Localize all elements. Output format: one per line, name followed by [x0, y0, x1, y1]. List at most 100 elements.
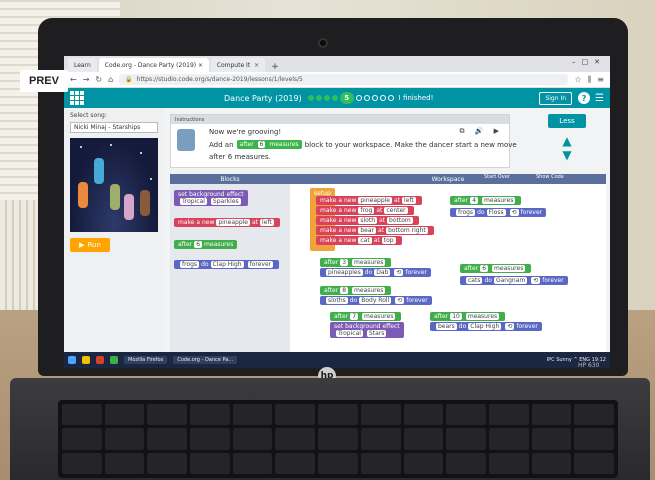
app-icon[interactable]	[110, 356, 118, 364]
progress-dot[interactable]	[355, 95, 362, 101]
instructions-avatar	[177, 129, 195, 151]
do-block[interactable]: frogs do Floss ⟲ forever	[450, 208, 547, 217]
make-new-block[interactable]: make a new bear at bottom right	[316, 226, 434, 235]
dancer-sprite	[124, 194, 134, 220]
browser-tab-active[interactable]: Code.org - Dance Party (2019) ×	[98, 58, 209, 72]
star-decoration	[110, 144, 112, 146]
taskbar-item[interactable]: Code.org - Dance Pa...	[173, 356, 238, 364]
after-block[interactable]: after 8 measures	[320, 286, 392, 295]
progress-dot[interactable]	[387, 95, 394, 101]
instructions-tools[interactable]: ⧉ 🔊 ▶	[459, 127, 503, 136]
make-new-block[interactable]: make a new pineapple at left	[316, 196, 422, 205]
folder-icon[interactable]	[82, 356, 90, 364]
tab-label: Learn	[74, 61, 91, 69]
prev-button[interactable]: PREV	[20, 70, 68, 92]
play-icon: ▶	[79, 241, 85, 249]
less-button[interactable]: Less	[548, 114, 586, 128]
reload-icon[interactable]: ↻	[95, 75, 102, 84]
home-icon[interactable]: ⌂	[108, 75, 113, 84]
progress-dot[interactable]	[363, 95, 370, 101]
windows-taskbar: Mozilla Firefox Code.org - Dance Pa... I…	[64, 352, 610, 368]
progress-dot[interactable]	[379, 95, 386, 101]
star-decoration	[150, 178, 152, 180]
progress-dot[interactable]	[371, 95, 378, 101]
level-progress: 5	[307, 92, 394, 104]
model-label: HP 630	[578, 362, 600, 369]
instructions-header: Instructions	[171, 115, 509, 124]
toolbox-block[interactable]: make a new pineapple at left	[174, 218, 280, 227]
make-new-block[interactable]: make a new frog at center	[316, 206, 414, 215]
finished-label[interactable]: I finished!	[399, 94, 434, 102]
do-block[interactable]: pineapples do Dab ⟲ forever	[320, 268, 431, 277]
sign-in-button[interactable]: Sign In	[539, 91, 573, 105]
close-icon[interactable]: ✕	[254, 62, 259, 69]
help-icon[interactable]: ?	[578, 92, 591, 104]
tab-label: Code.org - Dance Party (2019) ×	[104, 61, 204, 69]
star-decoration	[80, 146, 82, 148]
keyboard	[58, 400, 618, 478]
background-effect-block[interactable]: set background effect Tropical Stars	[330, 322, 404, 338]
laptop-screen: Learn Code.org - Dance Party (2019) × Co…	[64, 56, 610, 368]
progress-dot[interactable]	[323, 95, 330, 101]
dance-stage	[70, 138, 158, 232]
after-block[interactable]: after 4 measures	[450, 196, 522, 205]
dancer-sprite	[78, 182, 88, 208]
progress-dot[interactable]	[307, 95, 314, 101]
instructions-line-3: after 6 measures.	[209, 153, 271, 161]
after-block[interactable]: after 7 measures	[330, 312, 402, 321]
taskbar-item[interactable]: Mozilla Firefox	[124, 356, 168, 364]
toolbox-header: Blocks	[170, 174, 290, 184]
make-new-block[interactable]: make a new sloth at bottom	[316, 216, 419, 225]
instructions-scroll[interactable]: ▲ ▼	[558, 134, 576, 164]
start-over-button[interactable]: Start Over	[484, 174, 510, 180]
instructions-panel: Instructions Now we're grooving! Add an …	[170, 114, 517, 168]
do-block[interactable]: bears do Clap High ⟲ forever	[430, 322, 542, 331]
dancer-sprite	[140, 190, 150, 216]
browser-tab[interactable]: Compute It ✕	[210, 58, 266, 72]
make-new-block[interactable]: make a new cat at top	[316, 236, 402, 245]
after-block[interactable]: after 6 measures	[460, 264, 532, 273]
after-block[interactable]: after 10 measures	[430, 312, 506, 321]
app-header: Dance Party (2019) 5 I finished! Sign In…	[64, 88, 610, 108]
instructions-line-1: Now we're grooving!	[209, 128, 282, 136]
star-icon[interactable]: ☆	[574, 75, 581, 84]
progress-dot[interactable]	[315, 95, 322, 101]
start-icon[interactable]	[68, 356, 76, 364]
menu-icon[interactable]: ≡	[597, 75, 604, 84]
after-block[interactable]: after 3 measures	[320, 258, 392, 267]
do-block[interactable]: cats do Gangnam ⟲ forever	[460, 276, 568, 285]
back-icon[interactable]: ←	[70, 75, 77, 84]
workspace: setup make a new pineapple at left make a n…	[290, 184, 606, 352]
webcam-icon	[318, 38, 328, 48]
forward-icon[interactable]: →	[83, 75, 90, 84]
lesson-title: Dance Party (2019)	[224, 93, 302, 103]
dancer-sprite	[94, 158, 104, 184]
code-org-logo[interactable]	[70, 91, 84, 105]
app-icon[interactable]	[96, 356, 104, 364]
toolbox: set background effect Tropical Sparkles m…	[170, 184, 290, 352]
do-block[interactable]: sloths do Body Roll ⟲ forever	[320, 296, 432, 305]
toolbox-block[interactable]: set background effect Tropical Sparkles	[174, 190, 248, 206]
window-controls[interactable]: –□✕	[572, 58, 606, 66]
toolbox-block[interactable]: after 6 measures	[174, 240, 238, 249]
show-code-button[interactable]: Show Code	[536, 174, 564, 180]
browser-tab[interactable]: Learn	[68, 58, 97, 72]
select-song-label: Select song:	[70, 112, 107, 119]
progress-dot[interactable]	[331, 95, 338, 101]
star-decoration	[140, 152, 142, 154]
dancer-sprite	[110, 184, 120, 210]
tab-label: Compute It	[216, 61, 251, 69]
library-icon[interactable]: ⫼	[588, 75, 592, 85]
lock-icon: 🔒	[125, 76, 133, 83]
song-select[interactable]: Nicki Minaj - Starships	[70, 122, 158, 133]
toolbox-block[interactable]: frogs do Clap High forever	[174, 260, 280, 269]
current-level[interactable]: 5	[339, 92, 354, 104]
instructions-line-2: Add an after 6 measures block to your wo…	[209, 140, 517, 149]
run-button[interactable]: ▶ Run	[70, 238, 110, 252]
url-bar[interactable]: 🔒 https://studio.code.org/s/dance-2019/l…	[119, 74, 569, 85]
inline-after-block: after 6 measures	[236, 140, 302, 149]
hamburger-icon[interactable]: ☰	[595, 93, 604, 104]
new-tab-button[interactable]: +	[267, 62, 283, 72]
browser-navbar: ← → ↻ ⌂ 🔒 https://studio.code.org/s/danc…	[64, 72, 610, 88]
url-text: https://studio.code.org/s/dance-2019/les…	[136, 76, 303, 83]
